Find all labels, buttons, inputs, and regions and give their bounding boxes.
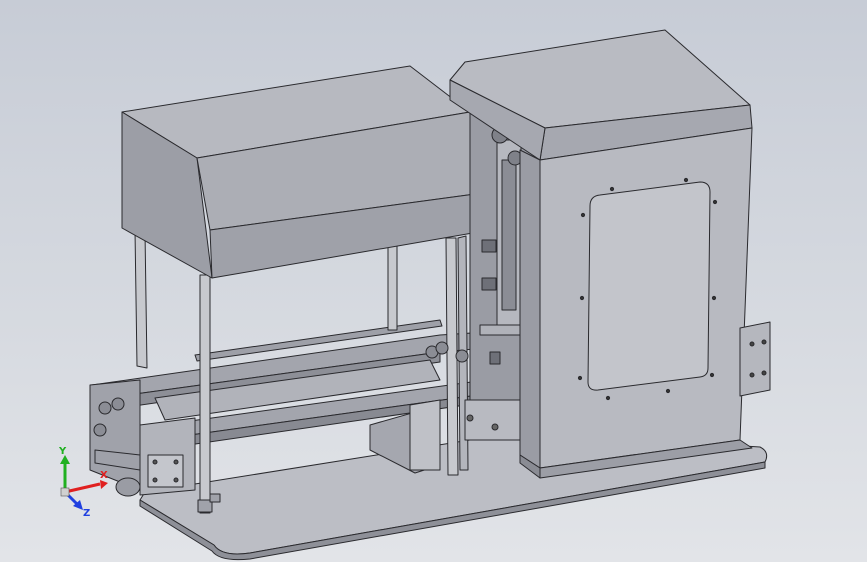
cabinet-window[interactable] bbox=[587, 181, 711, 391]
z-axis-label: Z bbox=[83, 508, 90, 519]
y-axis-label: Y bbox=[58, 446, 67, 457]
side-bracket[interactable] bbox=[739, 321, 771, 397]
cad-viewport[interactable]: Y X Z bbox=[0, 0, 867, 562]
left-hood[interactable] bbox=[121, 65, 491, 279]
x-axis-arrow bbox=[64, 482, 101, 494]
triad-origin bbox=[60, 487, 70, 497]
assembly-model[interactable] bbox=[0, 0, 867, 562]
axis-triad: Y X Z bbox=[58, 446, 108, 519]
x-axis-label: X bbox=[100, 470, 108, 481]
motor bbox=[115, 477, 141, 497]
x-axis-head bbox=[100, 480, 108, 489]
